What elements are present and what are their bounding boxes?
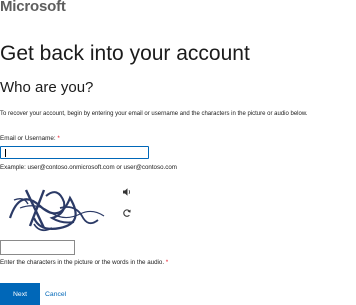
action-buttons: Next Cancel [0, 283, 66, 305]
email-username-input[interactable] [0, 146, 149, 159]
refresh-icon[interactable] [122, 205, 132, 217]
speaker-icon[interactable] [122, 184, 132, 196]
text-caret [5, 149, 6, 157]
captcha-field-label: Enter the characters in the picture or t… [0, 259, 168, 266]
captcha-image [0, 178, 118, 238]
cancel-link[interactable]: Cancel [45, 291, 66, 298]
captcha-label-text: Enter the characters in the picture or t… [0, 259, 165, 266]
account-recovery-page: Microsoft Get back into your account Who… [0, 0, 356, 305]
email-field-label: Email or Username: * [0, 135, 60, 142]
email-label-text: Email or Username: [0, 135, 56, 142]
email-example-text: Example: user@contoso.onmicrosoft.com or… [0, 164, 177, 171]
required-asterisk: * [57, 135, 60, 142]
microsoft-logo: Microsoft [0, 0, 66, 15]
required-asterisk: * [165, 259, 169, 266]
captcha-input[interactable] [0, 240, 75, 255]
captcha-distorted-characters [0, 178, 118, 238]
page-subtitle: Who are you? [0, 79, 94, 96]
page-title: Get back into your account [0, 42, 250, 65]
instructions-text: To recover your account, begin by enteri… [0, 111, 308, 117]
next-button[interactable]: Next [0, 283, 40, 305]
